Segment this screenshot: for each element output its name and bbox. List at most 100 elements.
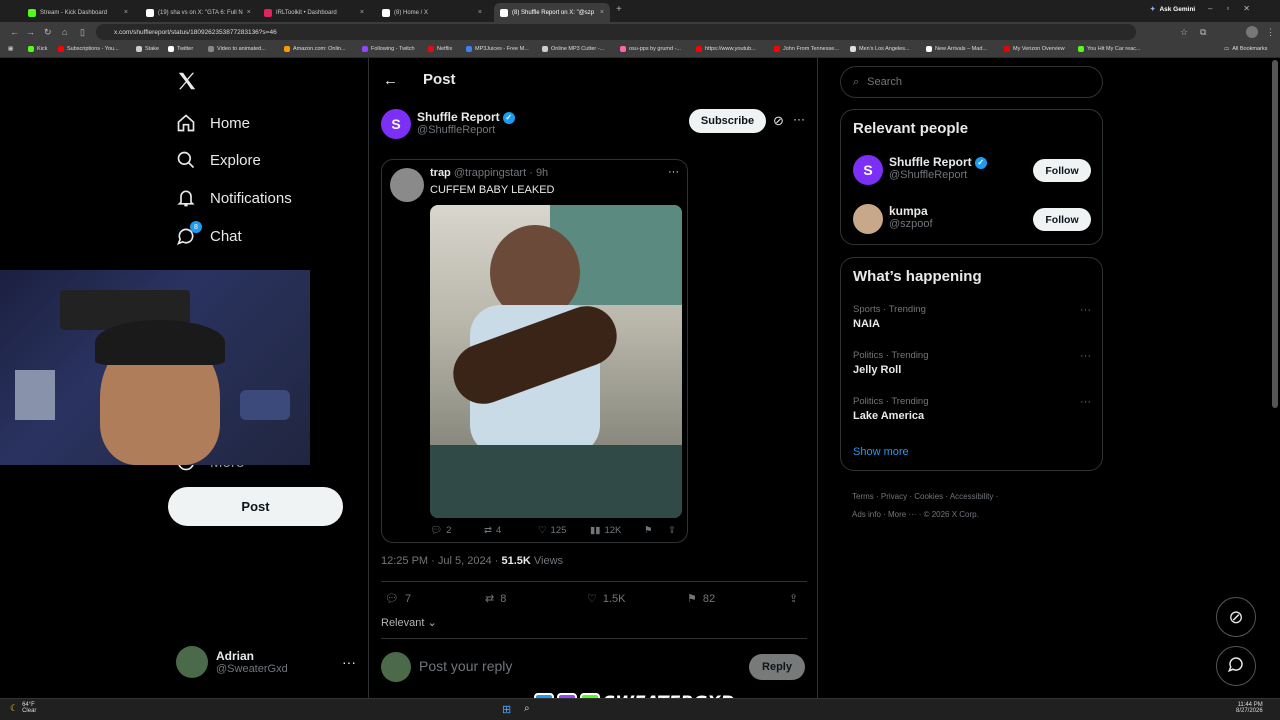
window-controls[interactable]: –▫✕ bbox=[1208, 4, 1264, 13]
bookmark[interactable]: Online MP3 Cutter -... bbox=[542, 46, 604, 52]
profile-avatar[interactable] bbox=[1246, 26, 1258, 38]
author-avatar[interactable]: S bbox=[381, 109, 411, 139]
nav-item-explore[interactable]: Explore bbox=[176, 150, 261, 170]
browser-tab[interactable]: (8) Home / X × bbox=[376, 3, 488, 22]
browser-tab[interactable]: IRLToolkit • Dashboard × bbox=[258, 3, 370, 22]
bookmark[interactable]: MP3Juices - Free M... bbox=[466, 46, 529, 52]
subscribe-button[interactable]: Subscribe bbox=[689, 109, 766, 133]
reply-input[interactable]: Post your reply bbox=[419, 658, 512, 674]
search-input[interactable]: ⌕ Search bbox=[840, 66, 1103, 98]
reload-icon[interactable]: ↻ bbox=[44, 27, 52, 38]
browser-tab[interactable]: Stream - Kick Dashboard × bbox=[22, 3, 134, 22]
back-arrow-icon[interactable]: ← bbox=[383, 72, 398, 89]
nav-item-notifications[interactable]: Notifications bbox=[176, 188, 292, 208]
reply-button[interactable]: Reply bbox=[749, 654, 805, 680]
post-timestamp[interactable]: 12:25 PM · Jul 5, 2024 · bbox=[381, 555, 501, 567]
more-options-icon[interactable]: ··· bbox=[668, 166, 679, 178]
bookmark[interactable]: Amazon.com: Onlin... bbox=[284, 46, 346, 52]
footer-link[interactable]: Accessibility bbox=[950, 492, 994, 501]
search-icon[interactable]: ⌕ bbox=[524, 703, 530, 714]
bookmark[interactable]: Kick bbox=[28, 46, 47, 52]
trend-item[interactable]: Sports · Trending NAIA ··· bbox=[853, 304, 1091, 330]
bookmark[interactable]: My Verizon Overview bbox=[1004, 46, 1065, 52]
all-bookmarks[interactable]: ▭ All Bookmarks bbox=[1224, 46, 1267, 52]
more-options-icon[interactable]: ··· bbox=[1080, 350, 1091, 362]
trend-item[interactable]: Politics · Trending Jelly Roll ··· bbox=[853, 350, 1091, 376]
footer-link[interactable]: Ads info bbox=[852, 510, 881, 519]
sort-dropdown[interactable]: Relevant ⌄ bbox=[381, 616, 437, 629]
messages-button[interactable] bbox=[1216, 646, 1256, 686]
like-action[interactable]: ♡ 1.5K bbox=[587, 592, 626, 606]
x-logo-icon[interactable] bbox=[176, 70, 200, 94]
close-icon[interactable]: × bbox=[478, 9, 482, 16]
follow-button[interactable]: Follow bbox=[1033, 159, 1091, 182]
like-action[interactable]: ♡ 125 bbox=[538, 525, 566, 536]
close-icon[interactable]: × bbox=[247, 9, 251, 16]
more-options-icon[interactable]: ··· bbox=[793, 112, 805, 126]
reply-action[interactable]: 💬︎ 7 bbox=[385, 592, 411, 606]
person-info[interactable]: kumpa @szpoof bbox=[889, 204, 933, 230]
forward-arrow-icon[interactable]: → bbox=[26, 27, 35, 37]
menu-icon[interactable]: ⋮ bbox=[1266, 27, 1275, 38]
bookmark[interactable]: New Arrivals – Mad... bbox=[926, 46, 987, 52]
browser-tab[interactable]: (19) sha vs on X: "GTA 6: Full N × bbox=[140, 3, 252, 22]
views-action[interactable]: ▮▮ 12K bbox=[590, 525, 621, 536]
bookmark[interactable]: Video to animated... bbox=[208, 46, 266, 52]
weather-widget[interactable]: ☾ 64°F Clear bbox=[10, 702, 36, 714]
sidebar-icon[interactable]: ▯ bbox=[80, 27, 85, 38]
nav-item-home[interactable]: Home bbox=[176, 113, 250, 133]
nav-item-chat[interactable]: 8 Chat bbox=[176, 221, 242, 246]
post-button[interactable]: Post bbox=[168, 487, 343, 526]
home-icon[interactable]: ⌂ bbox=[62, 27, 67, 37]
more-options-icon[interactable]: ··· bbox=[1080, 396, 1091, 408]
url-bar[interactable]: x.com/shufflereport/status/1809262353877… bbox=[96, 24, 1136, 40]
close-icon[interactable]: × bbox=[360, 9, 364, 16]
repost-action[interactable]: ⇄ 4 bbox=[484, 525, 501, 536]
browser-tab-active[interactable]: (8) Shuffle Report on X: "@szp × bbox=[494, 3, 610, 22]
bookmark[interactable]: Stake bbox=[136, 46, 159, 52]
bookmark[interactable]: Following - Twitch bbox=[362, 46, 415, 52]
grok-icon[interactable]: ⊘ bbox=[773, 113, 784, 129]
bookmark-action[interactable]: ⚑ 82 bbox=[687, 592, 715, 606]
follow-button[interactable]: Follow bbox=[1033, 208, 1091, 231]
bookmark[interactable]: osu-pps by grumd -... bbox=[620, 46, 681, 52]
avatar[interactable] bbox=[853, 204, 883, 234]
person-info[interactable]: Shuffle Report ✓ @ShuffleReport bbox=[889, 155, 987, 181]
more-options-icon[interactable]: ··· bbox=[1080, 304, 1091, 316]
extensions-icon[interactable]: ⧉ bbox=[1200, 27, 1206, 38]
bookmark[interactable]: Subscriptions - You... bbox=[58, 46, 119, 52]
bookmark[interactable]: Men's Los Angeles... bbox=[850, 46, 910, 52]
bookmark[interactable]: John From Tennesse... bbox=[774, 46, 839, 52]
footer-link[interactable]: More ··· bbox=[888, 510, 916, 519]
quoted-post[interactable]: trap @trappingstart · 9h ··· CUFFEM BABY… bbox=[381, 159, 688, 543]
windows-start-icon[interactable]: ⊞ bbox=[502, 703, 511, 716]
bookmark[interactable]: Twitter bbox=[168, 46, 193, 52]
more-options-icon[interactable]: ··· bbox=[342, 654, 356, 670]
new-tab-button[interactable]: + bbox=[616, 4, 622, 15]
bookmark[interactable]: You Hit My Car reac... bbox=[1078, 46, 1141, 52]
author-info[interactable]: Shuffle Report ✓ @ShuffleReport bbox=[417, 110, 515, 136]
bookmark[interactable]: https://www.youtub... bbox=[696, 46, 756, 52]
star-icon[interactable]: ☆ bbox=[1180, 27, 1188, 38]
avatar[interactable]: S bbox=[853, 155, 883, 185]
close-icon[interactable]: × bbox=[124, 9, 128, 16]
account-switcher[interactable]: Adrian @SweaterGxd ··· bbox=[176, 646, 356, 678]
share-action[interactable]: ⇪ bbox=[668, 525, 676, 536]
share-action[interactable]: ⇪ bbox=[789, 592, 798, 605]
footer-link[interactable]: Terms bbox=[852, 492, 874, 501]
footer-link[interactable]: Cookies bbox=[914, 492, 943, 501]
post-image[interactable] bbox=[430, 205, 682, 518]
trend-item[interactable]: Politics · Trending Lake America ··· bbox=[853, 396, 1091, 422]
ask-gemini-button[interactable]: ✦ Ask Gemini bbox=[1150, 5, 1195, 14]
system-clock[interactable]: 11:44 PM 8/27/2026 bbox=[1236, 702, 1263, 714]
bookmark[interactable]: Netflix bbox=[428, 46, 452, 52]
bookmark-action[interactable]: ⚑ bbox=[644, 525, 653, 536]
apps-icon[interactable]: ▦ bbox=[8, 46, 13, 52]
show-more-link[interactable]: Show more bbox=[853, 446, 909, 458]
close-icon[interactable]: × bbox=[600, 9, 604, 16]
back-arrow-icon[interactable]: ← bbox=[10, 27, 19, 37]
reply-action[interactable]: 💬︎ 2 bbox=[430, 525, 451, 536]
scrollbar-thumb[interactable] bbox=[1272, 60, 1278, 408]
repost-action[interactable]: ⇄ 8 bbox=[485, 592, 506, 606]
footer-link[interactable]: Privacy bbox=[881, 492, 907, 501]
